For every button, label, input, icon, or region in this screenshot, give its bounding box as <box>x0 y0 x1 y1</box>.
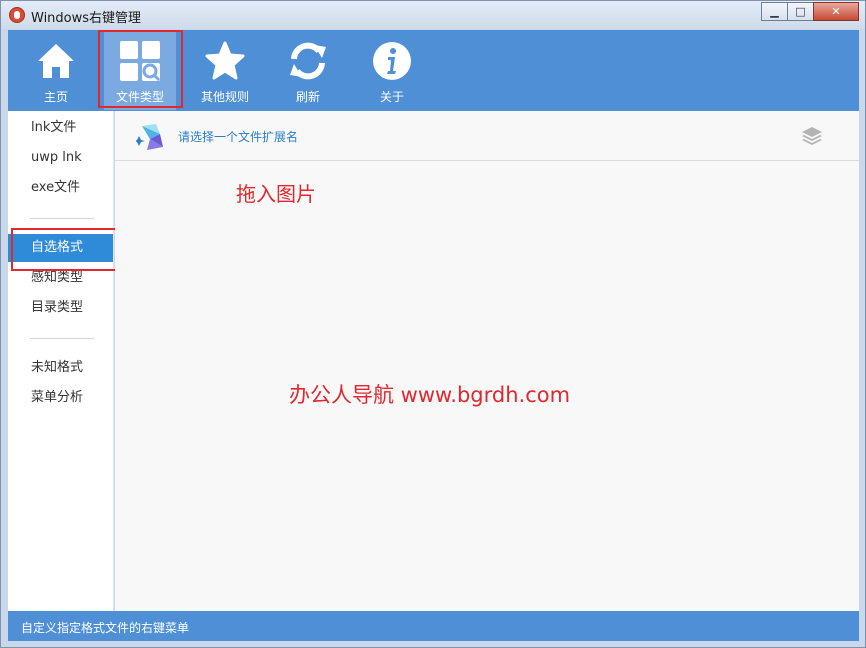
toolbar-home-button[interactable]: 主页 <box>20 30 92 110</box>
annotation-highlight-box <box>98 30 183 108</box>
info-icon <box>371 40 413 82</box>
sidebar-item-menu-analysis[interactable]: 菜单分析 <box>8 384 113 412</box>
status-bar: 自定义指定格式文件的右键菜单 <box>8 611 859 641</box>
star-icon <box>204 40 246 82</box>
status-text: 自定义指定格式文件的右键菜单 <box>21 621 190 635</box>
sidebar-divider <box>30 218 94 219</box>
watermark-text: 办公人导航 www.bgrdh.com <box>289 383 571 407</box>
toolbar-refresh-button[interactable]: 刷新 <box>272 30 344 110</box>
sidebar-item-lnk[interactable]: lnk文件 <box>8 114 113 142</box>
annotation-highlight-box <box>11 228 117 271</box>
window-title: Windows右键管理 <box>31 11 142 26</box>
sidebar-item-directory-type[interactable]: 目录类型 <box>8 294 113 322</box>
sidebar: lnk文件 uwp lnk exe文件 自选格式 感知类型 目录类型 未知格式 … <box>8 111 114 611</box>
sidebar-divider <box>30 338 94 339</box>
toolbar-refresh-label: 刷新 <box>295 90 320 104</box>
toolbar-other-rules-button[interactable]: 其他规则 <box>189 30 261 110</box>
extension-hint: 请选择一个文件扩展名 <box>178 130 299 144</box>
toolbar-other-rules-label: 其他规则 <box>200 90 249 104</box>
close-button[interactable]: ✕ <box>813 2 859 21</box>
sidebar-item-unknown-format[interactable]: 未知格式 <box>8 354 113 382</box>
extension-selector[interactable]: 请选择一个文件扩展名 <box>115 111 859 161</box>
title-bar[interactable]: Windows右键管理 ▁ □ ✕ <box>1 1 865 29</box>
maximize-button[interactable]: □ <box>787 2 814 21</box>
app-logo-icon <box>9 7 25 23</box>
drop-image-label: 拖入图片 <box>236 182 316 206</box>
main-panel[interactable]: 请选择一个文件扩展名 拖入图片 办公人导航 www.bgrdh.com <box>115 111 859 611</box>
app-window: Windows右键管理 ▁ □ ✕ 主页 文件类型 其他规则 刷新 关于 lnk… <box>0 0 866 648</box>
toolbar-home-label: 主页 <box>43 90 68 104</box>
home-icon <box>35 40 77 82</box>
refresh-icon <box>287 40 329 82</box>
toolbar-about-button[interactable]: 关于 <box>356 30 428 110</box>
file-extension-icon <box>136 124 163 150</box>
maximize-icon: □ <box>795 5 806 18</box>
layers-icon[interactable] <box>801 125 823 147</box>
minimize-button[interactable]: ▁ <box>761 2 788 21</box>
toolbar-about-label: 关于 <box>379 90 404 104</box>
minimize-icon: ▁ <box>770 5 779 18</box>
sidebar-item-exe[interactable]: exe文件 <box>8 174 113 202</box>
sidebar-item-uwp-lnk[interactable]: uwp lnk <box>8 144 113 172</box>
close-icon: ✕ <box>831 5 841 18</box>
